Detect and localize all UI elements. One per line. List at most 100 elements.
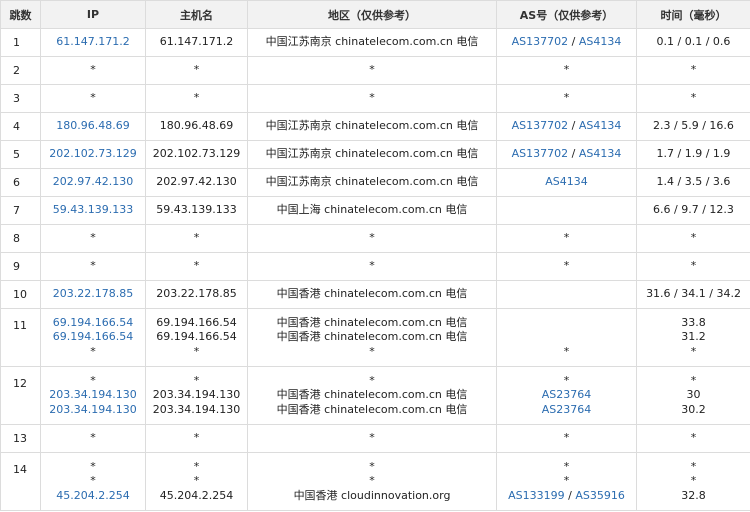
as-text: * [563,344,570,358]
hostname-cell-text: * [193,259,200,273]
ip-cell-text: * [90,231,96,245]
time-cell: * [636,252,750,281]
hop-number: 3 [13,92,20,105]
time-cell-text: * [690,459,697,473]
region-cell: 中国香港 chinatelecom.com.cn 电信 中国香港 chinatel… [247,308,497,367]
ip-cell-text: * [90,431,96,445]
hostname-cell: * [145,424,248,453]
hop-cell: 6 [0,168,41,197]
region-cell-text: * [369,373,375,387]
as-link[interactable]: AS23764 [542,388,592,401]
ip-link[interactable]: 202.97.42.130 [53,175,133,188]
region-cell: * [247,84,497,113]
as-link[interactable]: AS4134 [579,119,622,132]
hostname-cell: 59.43.139.133 [145,196,248,225]
hop-cell: 4 [0,112,41,141]
region-cell-text: * [369,231,375,245]
as-separator: / [568,35,579,49]
ip-link[interactable]: 203.34.194.130 [49,388,136,401]
hop-number: 13 [13,432,27,445]
region-cell: * [247,252,497,281]
ip-link[interactable]: 180.96.48.69 [56,119,129,132]
time-cell: 1.4 / 3.5 / 3.6 [636,168,750,197]
hop-cell: 1 [0,28,41,57]
as-cell: * * AS133199 / AS35916 [496,452,637,511]
hostname-cell: 180.96.48.69 [145,112,248,141]
hop-number: 2 [13,64,20,77]
ip-cell: * 203.34.194.130 203.34.194.130 [40,366,146,425]
as-separator: / [568,119,579,133]
region-cell: 中国江苏南京 chinatelecom.com.cn 电信 [247,168,497,197]
region-cell-text: * [369,459,375,473]
region-cell-text: 中国香港 chinatelecom.com.cn 电信 [276,402,468,416]
time-cell-text: * [690,474,697,488]
hop-cell: 11 [0,308,41,367]
ip-link[interactable]: 59.43.139.133 [53,203,133,216]
time-cell-text: 2.3 / 5.9 / 16.6 [653,119,734,133]
table-row: 12 * 203.34.194.130 203.34.194.130 * 203.34.1… [0,366,750,425]
as-link[interactable]: AS4134 [579,147,622,160]
time-cell: * [636,424,750,453]
hop-cell: 7 [0,196,41,225]
time-cell-text: 0.1 / 0.1 / 0.6 [656,35,731,49]
ip-link[interactable]: 61.147.171.2 [56,35,129,48]
hostname-cell-text: 203.34.194.130 [152,388,241,402]
header-hostname: 主机名 [145,0,248,29]
as-cell [496,280,637,309]
as-link[interactable]: AS137702 [512,147,569,160]
region-cell-text: 中国江苏南京 chinatelecom.com.cn 电信 [265,35,479,49]
ip-cell-text: * [90,344,96,358]
as-cell: AS137702 / AS4134 [496,112,637,141]
ip-cell: * [40,56,146,85]
as-link[interactable]: AS133199 [508,489,565,502]
hop-number: 12 [13,377,27,390]
ip-cell: 202.97.42.130 [40,168,146,197]
ip-link[interactable]: 203.34.194.130 [49,403,136,416]
as-cell: AS4134 [496,168,637,197]
time-cell: * * 32.8 [636,452,750,511]
as-link[interactable]: AS137702 [512,119,569,132]
table-row: 2 * * * * * [0,56,750,85]
ip-link[interactable]: 45.204.2.254 [56,489,129,502]
ip-cell: 69.194.166.54 69.194.166.54 * [40,308,146,367]
hostname-cell-text: 69.194.166.54 [156,330,237,344]
ip-link[interactable]: 203.22.178.85 [53,287,133,300]
as-link[interactable]: AS4134 [579,35,622,48]
ip-cell-text: * [90,373,96,387]
as-link[interactable]: AS137702 [512,35,569,48]
hostname-cell-text: * [193,431,200,445]
hop-number: 11 [13,319,27,332]
time-cell: * [636,84,750,113]
ip-link[interactable]: 69.194.166.54 [53,330,133,343]
table-row: 6 202.97.42.130 202.97.42.130 中国江苏南京 chinat… [0,168,750,197]
hostname-cell: 202.102.73.129 [145,140,248,169]
hostname-cell-text: 59.43.139.133 [156,203,237,217]
ip-link[interactable]: 202.102.73.129 [49,147,136,160]
hop-cell: 3 [0,84,41,113]
ip-cell: * [40,424,146,453]
hostname-cell: * [145,56,248,85]
hop-number: 9 [13,260,20,273]
table-row: 11 69.194.166.54 69.194.166.54 * 69.194.166.… [0,308,750,367]
ip-link[interactable]: 69.194.166.54 [53,316,133,329]
as-link[interactable]: AS23764 [542,403,592,416]
region-cell-text: 中国江苏南京 chinatelecom.com.cn 电信 [265,119,479,133]
time-cell-text: * [690,344,697,358]
region-cell-text: * [369,259,375,273]
time-cell-text: 31.2 [681,330,706,344]
table-row: 14 * * 45.204.2.254 * * 45.204.2.254 * * 中国香港 clo… [0,452,750,511]
hostname-cell-text: * [193,373,200,387]
time-cell-text: 30 [686,388,701,402]
table-row: 1 61.147.171.2 61.147.171.2 中国江苏南京 chinatel… [0,28,750,57]
as-cell: * [496,252,637,281]
region-cell: * [247,424,497,453]
hostname-cell-text: 203.22.178.85 [156,287,237,301]
as-link[interactable]: AS35916 [575,489,625,502]
time-cell-text: * [690,91,697,105]
hop-cell: 12 [0,366,41,425]
header-time: 时间（毫秒） [636,0,750,29]
region-cell: * 中国香港 chinatelecom.com.cn 电信 中国香港 chinate… [247,366,497,425]
as-link[interactable]: AS4134 [545,175,588,188]
region-cell: * [247,224,497,253]
hop-cell: 14 [0,452,41,511]
